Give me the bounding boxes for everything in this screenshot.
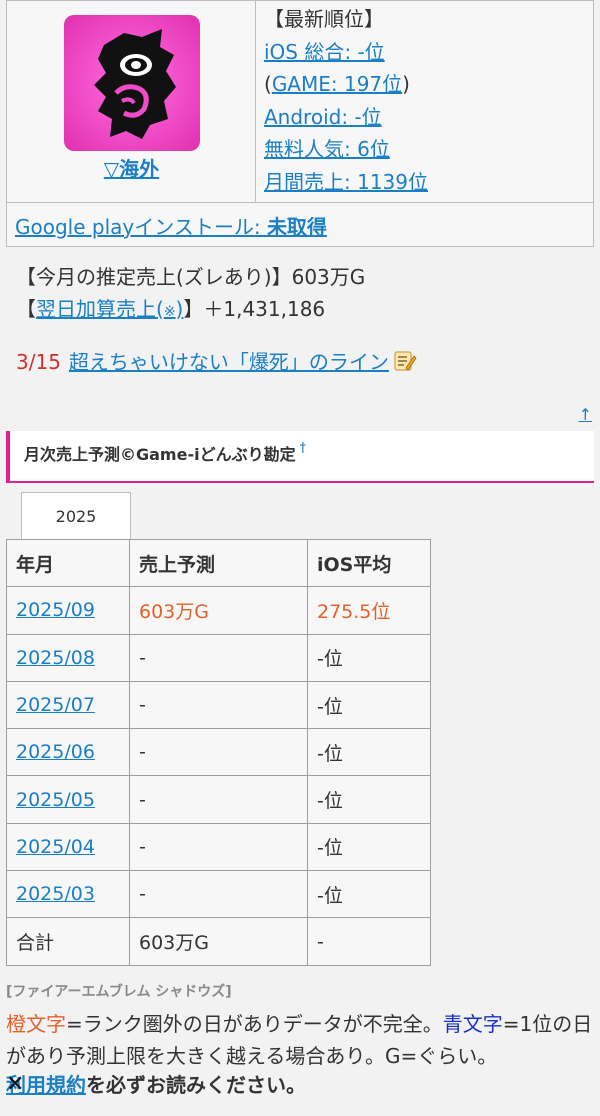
nextday-open: 【	[16, 297, 36, 321]
orange-desc: =ランク圏外の日がありデータが不完全。	[66, 1012, 443, 1036]
close-icon[interactable]: ✕	[6, 1072, 24, 1097]
monthly-sales-rank-link[interactable]: 月間売上: 1139位	[264, 170, 428, 194]
month-cell: 2025/08	[6, 633, 130, 682]
section-title: 月次売上予測©Game-iどんぶり勘定	[24, 445, 296, 464]
rank-cell: 【最新順位】 iOS 総合: -位 (GAME: 197位) Android: …	[264, 3, 428, 198]
event-date: 3/15	[16, 350, 61, 374]
section-dagger-link[interactable]: †	[300, 441, 307, 456]
header-month: 年月	[6, 538, 130, 588]
ios-avg-cell: -位	[307, 870, 431, 919]
sales-cell: 603万G	[129, 586, 308, 635]
google-play-install[interactable]: Google playインストール: 未取得	[15, 211, 327, 240]
year-tab-2025[interactable]: 2025	[21, 492, 131, 540]
month-link[interactable]: 2025/06	[16, 741, 95, 763]
ios-avg-cell: -位	[307, 633, 431, 682]
total-label-cell: 合計	[6, 917, 130, 966]
sales-cell: -	[129, 822, 308, 872]
header-sales: 売上予測	[129, 538, 308, 588]
total-ios-cell: -	[307, 917, 431, 966]
nextday-value: 】＋1,431,186	[183, 297, 326, 321]
ios-avg-cell: 275.5位	[307, 586, 431, 635]
gp-install-value[interactable]: 未取得	[267, 215, 327, 239]
header-ios-avg: iOS平均	[307, 538, 431, 588]
game-rank-link[interactable]: GAME: 197位	[272, 72, 402, 96]
dragon-emblem-icon	[94, 29, 176, 139]
nextday-link[interactable]: 翌日加算売上(※)	[36, 297, 183, 321]
table-row: 2025/06 - -位	[6, 728, 431, 777]
terms-rest: を必ずお読みください。	[86, 1073, 306, 1097]
app-icon[interactable]	[64, 15, 200, 151]
nextday-mark: ※	[163, 304, 176, 320]
blue-word: 青文字	[442, 1012, 503, 1036]
app-icon-cell: ▽海外	[7, 1, 256, 203]
table-row: 2025/04 - -位	[6, 822, 431, 872]
month-cell: 2025/06	[6, 728, 130, 777]
month-link[interactable]: 2025/08	[16, 647, 95, 669]
table-row: 2025/03 - -位	[6, 870, 431, 919]
next-day-sales: 【翌日加算売上(※)】＋1,431,186	[16, 293, 325, 322]
ios-avg-cell: -位	[307, 822, 431, 872]
monthly-estimate: 【今月の推定売上(ズレあり)】603万G	[16, 265, 366, 289]
month-link[interactable]: 2025/09	[16, 599, 95, 621]
table-row: 2025/07 - -位	[6, 680, 431, 730]
event-link[interactable]: 超えちゃいけない「爆死」のライン	[69, 350, 389, 374]
total-sales-cell: 603万G	[129, 917, 308, 966]
overseas-label[interactable]: ▽海外	[104, 157, 159, 181]
table-row: 2025/08 - -位	[6, 633, 431, 682]
month-link[interactable]: 2025/07	[16, 694, 95, 716]
month-link[interactable]: 2025/04	[16, 836, 95, 858]
game-paren-open: (	[264, 72, 272, 96]
table-row: 2025/09 603万G 275.5位	[6, 586, 431, 635]
table-row: 2025/05 - -位	[6, 775, 431, 824]
ios-avg-cell: -位	[307, 775, 431, 824]
sales-cell: -	[129, 728, 308, 777]
ios-avg-cell: -位	[307, 728, 431, 777]
total-row: 合計 603万G -	[6, 917, 431, 966]
sales-cell: -	[129, 680, 308, 730]
free-popular-rank-link[interactable]: 無料人気: 6位	[264, 137, 390, 161]
android-rank-link[interactable]: Android: -位	[264, 105, 382, 129]
month-link[interactable]: 2025/03	[16, 883, 95, 905]
month-cell: 2025/09	[6, 586, 130, 635]
event-line: 3/15 超えちゃいけない「爆死」のライン	[16, 346, 417, 375]
sales-cell: -	[129, 775, 308, 824]
section-heading: 月次売上予測©Game-iどんぶり勘定 †	[6, 431, 594, 483]
overseas-link[interactable]: ▽海外	[7, 153, 256, 182]
ios-total-rank-link[interactable]: iOS 総合: -位	[264, 40, 385, 64]
game-paren-close: )	[402, 72, 410, 96]
legend-note: 橙文字=ランク圏外の日がありデータが不完全。青文字=1位の日があり予測上限を大き…	[6, 1008, 594, 1072]
game-title: [ファイアーエムブレム シャドウズ]	[6, 984, 232, 1000]
memo-icon	[393, 350, 417, 372]
month-link[interactable]: 2025/05	[16, 789, 95, 811]
month-cell: 2025/07	[6, 680, 130, 730]
app-info-top: ▽海外 【最新順位】 iOS 総合: -位 (GAME: 197位) Andro…	[7, 1, 593, 203]
terms-line: 利用規約を必ずお読みください。	[6, 1069, 306, 1098]
month-cell: 2025/03	[6, 870, 130, 919]
app-info-box: ▽海外 【最新順位】 iOS 総合: -位 (GAME: 197位) Andro…	[6, 0, 594, 247]
sales-cell: -	[129, 870, 308, 919]
sales-cell: -	[129, 633, 308, 682]
ios-avg-cell: -位	[307, 680, 431, 730]
month-cell: 2025/04	[6, 822, 130, 872]
back-to-top-link[interactable]: ↑	[579, 405, 592, 424]
nextday-link-label: 翌日加算売上(	[36, 297, 164, 321]
orange-word: 橙文字	[6, 1012, 66, 1036]
gp-install-prefix[interactable]: Google playインストール:	[15, 215, 267, 239]
rank-title: 【最新順位】	[264, 7, 384, 31]
month-cell: 2025/05	[6, 775, 130, 824]
forecast-table: 年月 売上予測 iOS平均 2025/09 603万G 275.5位 2025/08-…	[6, 538, 431, 966]
table-header-row: 年月 売上予測 iOS平均	[6, 538, 431, 588]
